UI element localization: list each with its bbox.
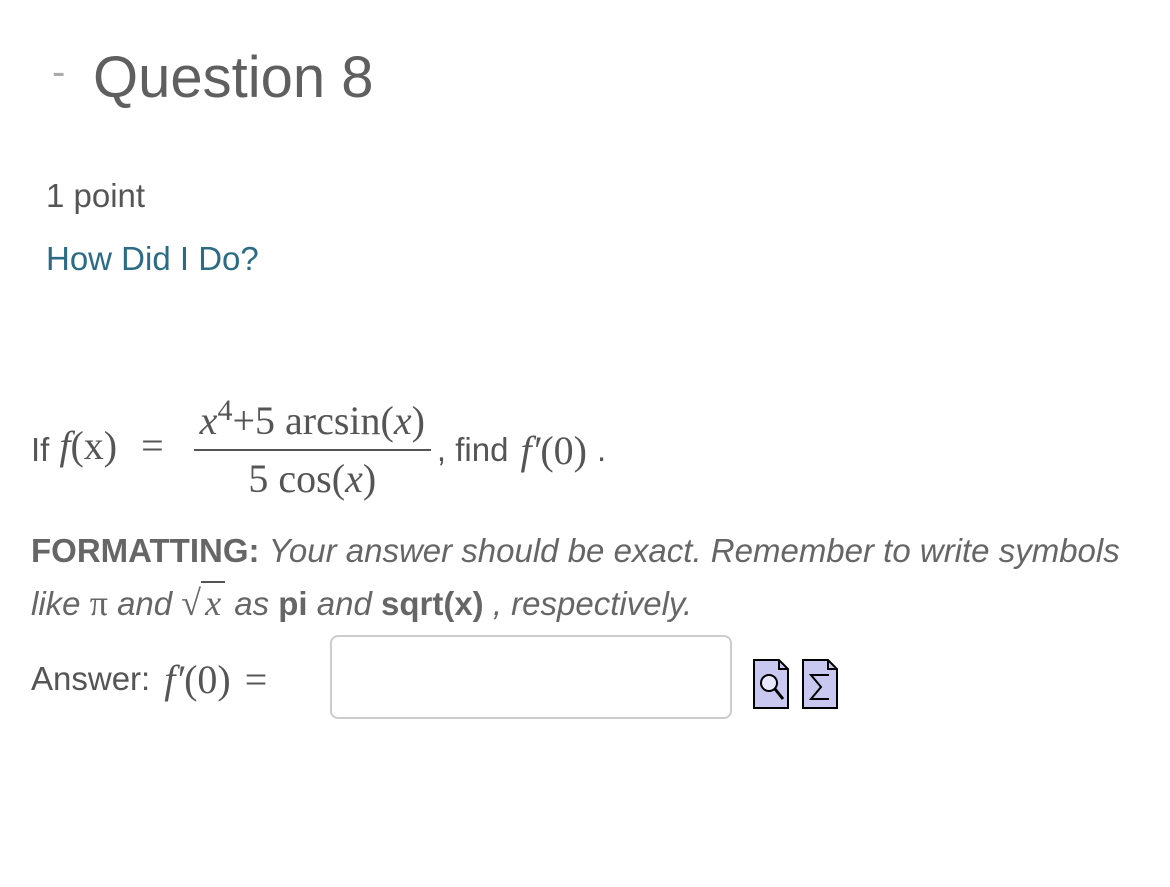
equals-sign: = (141, 423, 164, 469)
answer-function: f′ (164, 656, 185, 702)
points-label: 1 point (46, 177, 146, 214)
fraction-denominator: 5 cos(x) (248, 451, 376, 503)
answer-row: Answer: f′(0) = (31, 634, 267, 724)
denominator-coef: 5 cos( (248, 456, 346, 501)
numerator-base: x (199, 398, 218, 443)
numerator-close: ) (411, 398, 425, 443)
formatting-instructions: FORMATTING: Your answer should be exact.… (31, 525, 1131, 630)
answer-equals: = (244, 656, 268, 702)
lhs-function-name: f (59, 423, 71, 469)
sqrt-keyword: sqrt(x) (380, 585, 484, 622)
numerator-rest: +5 arcsin( (232, 398, 394, 443)
as-text: as (234, 585, 270, 622)
answer-label: Answer: (31, 660, 151, 697)
pi-keyword: pi (278, 585, 308, 622)
numerator-exponent: 4 (217, 394, 233, 427)
problem-statement: If f(x) = x4+5 arcsin(x) 5 cos(x) , find… (31, 385, 606, 515)
target-expression: f′(0) (520, 427, 587, 474)
formatting-label: FORMATTING: (31, 532, 260, 569)
denominator-close: ) (362, 456, 377, 501)
radicand: x (201, 581, 226, 623)
fraction: x4+5 arcsin(x) 5 cos(x) (193, 394, 431, 503)
numerator-variable: x (393, 398, 412, 443)
radical-sign: √ (181, 583, 202, 623)
function-definition: f(x) = x4+5 arcsin(x) 5 cos(x) (59, 394, 437, 503)
problem-prefix: If (31, 431, 50, 468)
preview-magnifier-icon[interactable] (753, 659, 789, 709)
sqrt-symbol: √ x (181, 581, 226, 623)
respectively-text: , respectively. (492, 585, 693, 622)
answer-input[interactable] (330, 635, 732, 719)
lhs-argument: (x) (70, 423, 118, 469)
equation-editor-sigma-icon[interactable] (802, 659, 838, 709)
answer-expression: f′(0) = (164, 656, 267, 703)
pi-symbol: π (89, 583, 108, 623)
problem-suffix: . (596, 431, 607, 468)
problem-mid-text: , find (436, 431, 509, 468)
and-text-2: and (316, 585, 372, 622)
and-text-1: and (117, 585, 173, 622)
denominator-variable: x (345, 456, 363, 501)
answer-argument: (0) (184, 656, 231, 702)
fraction-numerator: x4+5 arcsin(x) (193, 394, 431, 451)
how-did-i-do-link[interactable]: How Did I Do? (46, 240, 259, 278)
target-argument: (0) (540, 427, 587, 473)
question-title: Question 8 (93, 45, 374, 110)
collapse-toggle[interactable]: - (52, 52, 65, 92)
target-function: f′ (520, 427, 541, 473)
